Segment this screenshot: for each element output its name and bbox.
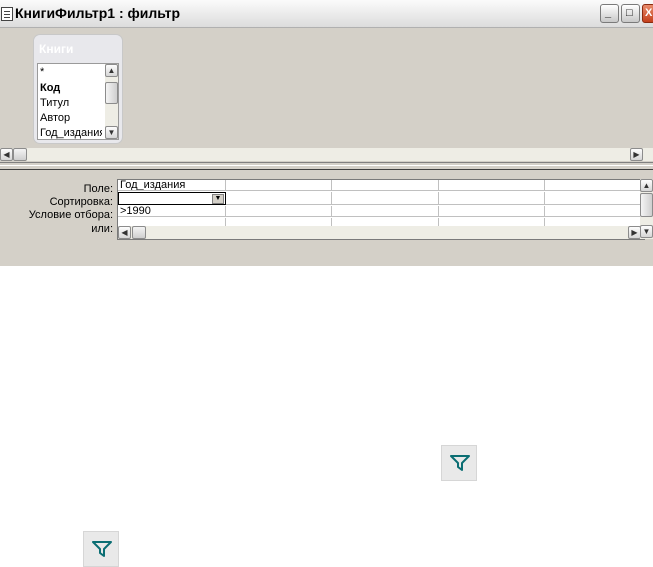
- field-item[interactable]: Титул: [40, 97, 102, 109]
- apply-filter-button[interactable]: [441, 445, 477, 481]
- scroll-up-icon[interactable]: ▲: [105, 64, 118, 77]
- grid-cell-sort[interactable]: ▼: [118, 192, 226, 205]
- grid-cell-field[interactable]: [545, 180, 644, 191]
- maximize-button[interactable]: □: [621, 4, 640, 23]
- scroll-down-icon[interactable]: ▼: [640, 225, 653, 238]
- grid-cell-criteria[interactable]: >1990: [118, 206, 226, 217]
- grid-hscrollbar[interactable]: ◀ ▶: [118, 226, 644, 239]
- grid-cell-criteria[interactable]: [332, 206, 439, 217]
- table-pane: Книги * Код Титул Автор Год_издания ▲ ▼ …: [0, 28, 653, 162]
- design-grid: Год_издания ▼ >1990 ◀ ▶: [117, 179, 645, 240]
- field-list-scrollbar[interactable]: ▲ ▼: [105, 64, 118, 139]
- table-name: Книги: [39, 42, 74, 56]
- field-item[interactable]: Код: [40, 82, 102, 94]
- close-button[interactable]: X: [642, 4, 653, 23]
- grid-vscrollbar[interactable]: ▲ ▼: [640, 179, 653, 239]
- field-item[interactable]: *: [40, 66, 102, 78]
- table-pane-hscrollbar[interactable]: ◀ ▶: [0, 148, 653, 161]
- scroll-left-icon[interactable]: ◀: [0, 148, 13, 161]
- scroll-thumb[interactable]: [105, 82, 118, 104]
- scroll-thumb[interactable]: [640, 193, 653, 217]
- grid-cell-field[interactable]: [332, 180, 439, 191]
- row-label-sort: Сортировка:: [49, 196, 113, 208]
- design-grid-pane: Поле: Сортировка: Условие отбора: или: Г…: [0, 172, 653, 266]
- title-bar[interactable]: КнигиФильтр1 : фильтр _ □ X: [0, 0, 653, 28]
- grid-cell-field[interactable]: [439, 180, 545, 191]
- scroll-right-icon[interactable]: ▶: [630, 148, 643, 161]
- grid-cell-sort[interactable]: [226, 192, 332, 205]
- field-item[interactable]: Год_издания: [40, 127, 102, 139]
- scroll-down-icon[interactable]: ▼: [105, 126, 118, 139]
- window-title: КнигиФильтр1 : фильтр: [15, 5, 181, 21]
- form-icon: [1, 7, 13, 21]
- grid-cell-sort[interactable]: [332, 192, 439, 205]
- filter-window: КнигиФильтр1 : фильтр _ □ X Книги * Код …: [0, 0, 653, 266]
- grid-cell-criteria[interactable]: [439, 206, 545, 217]
- scroll-up-icon[interactable]: ▲: [640, 179, 653, 192]
- row-label-criteria: Условие отбора:: [28, 209, 113, 221]
- filter-icon: [92, 541, 112, 557]
- row-label-field: Поле:: [83, 183, 113, 195]
- scroll-thumb[interactable]: [132, 226, 146, 239]
- filter-icon: [450, 455, 470, 471]
- grid-cell-criteria[interactable]: [545, 206, 644, 217]
- grid-cell-field[interactable]: [226, 180, 332, 191]
- chevron-down-icon[interactable]: ▼: [212, 194, 224, 204]
- grid-cell-criteria[interactable]: [226, 206, 332, 217]
- minimize-button[interactable]: _: [600, 4, 619, 23]
- scroll-thumb[interactable]: [13, 148, 27, 161]
- grid-cell-field[interactable]: Год_издания: [118, 180, 226, 191]
- field-item[interactable]: Автор: [40, 112, 102, 124]
- grid-cell-sort[interactable]: [439, 192, 545, 205]
- grid-cell-sort[interactable]: [545, 192, 644, 205]
- row-label-or: или:: [91, 223, 113, 235]
- table-field-list-window[interactable]: Книги * Код Титул Автор Год_издания ▲ ▼: [33, 34, 123, 144]
- pane-splitter[interactable]: [0, 162, 653, 170]
- apply-filter-button-2[interactable]: [83, 531, 119, 567]
- field-list[interactable]: * Код Титул Автор Год_издания ▲ ▼: [37, 63, 119, 140]
- scroll-left-icon[interactable]: ◀: [118, 226, 131, 239]
